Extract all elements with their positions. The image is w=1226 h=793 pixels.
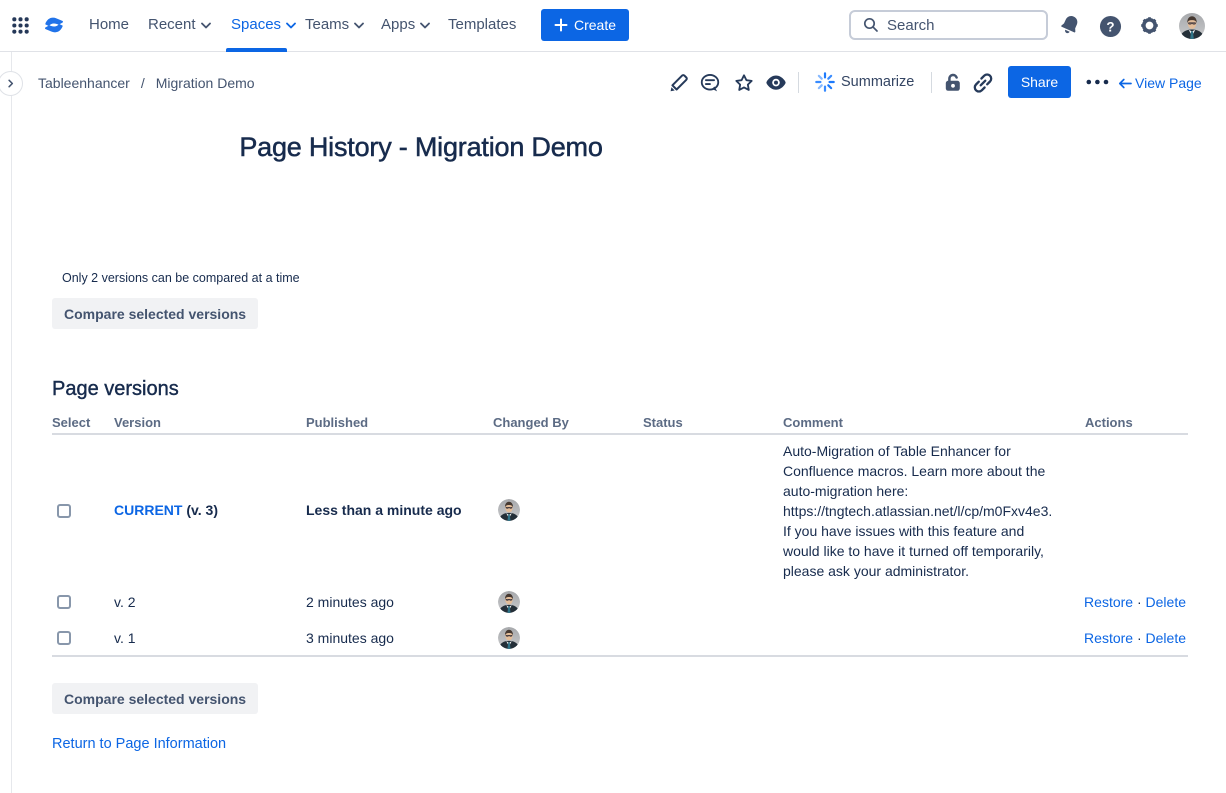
svg-text:?: ? bbox=[1106, 19, 1114, 34]
